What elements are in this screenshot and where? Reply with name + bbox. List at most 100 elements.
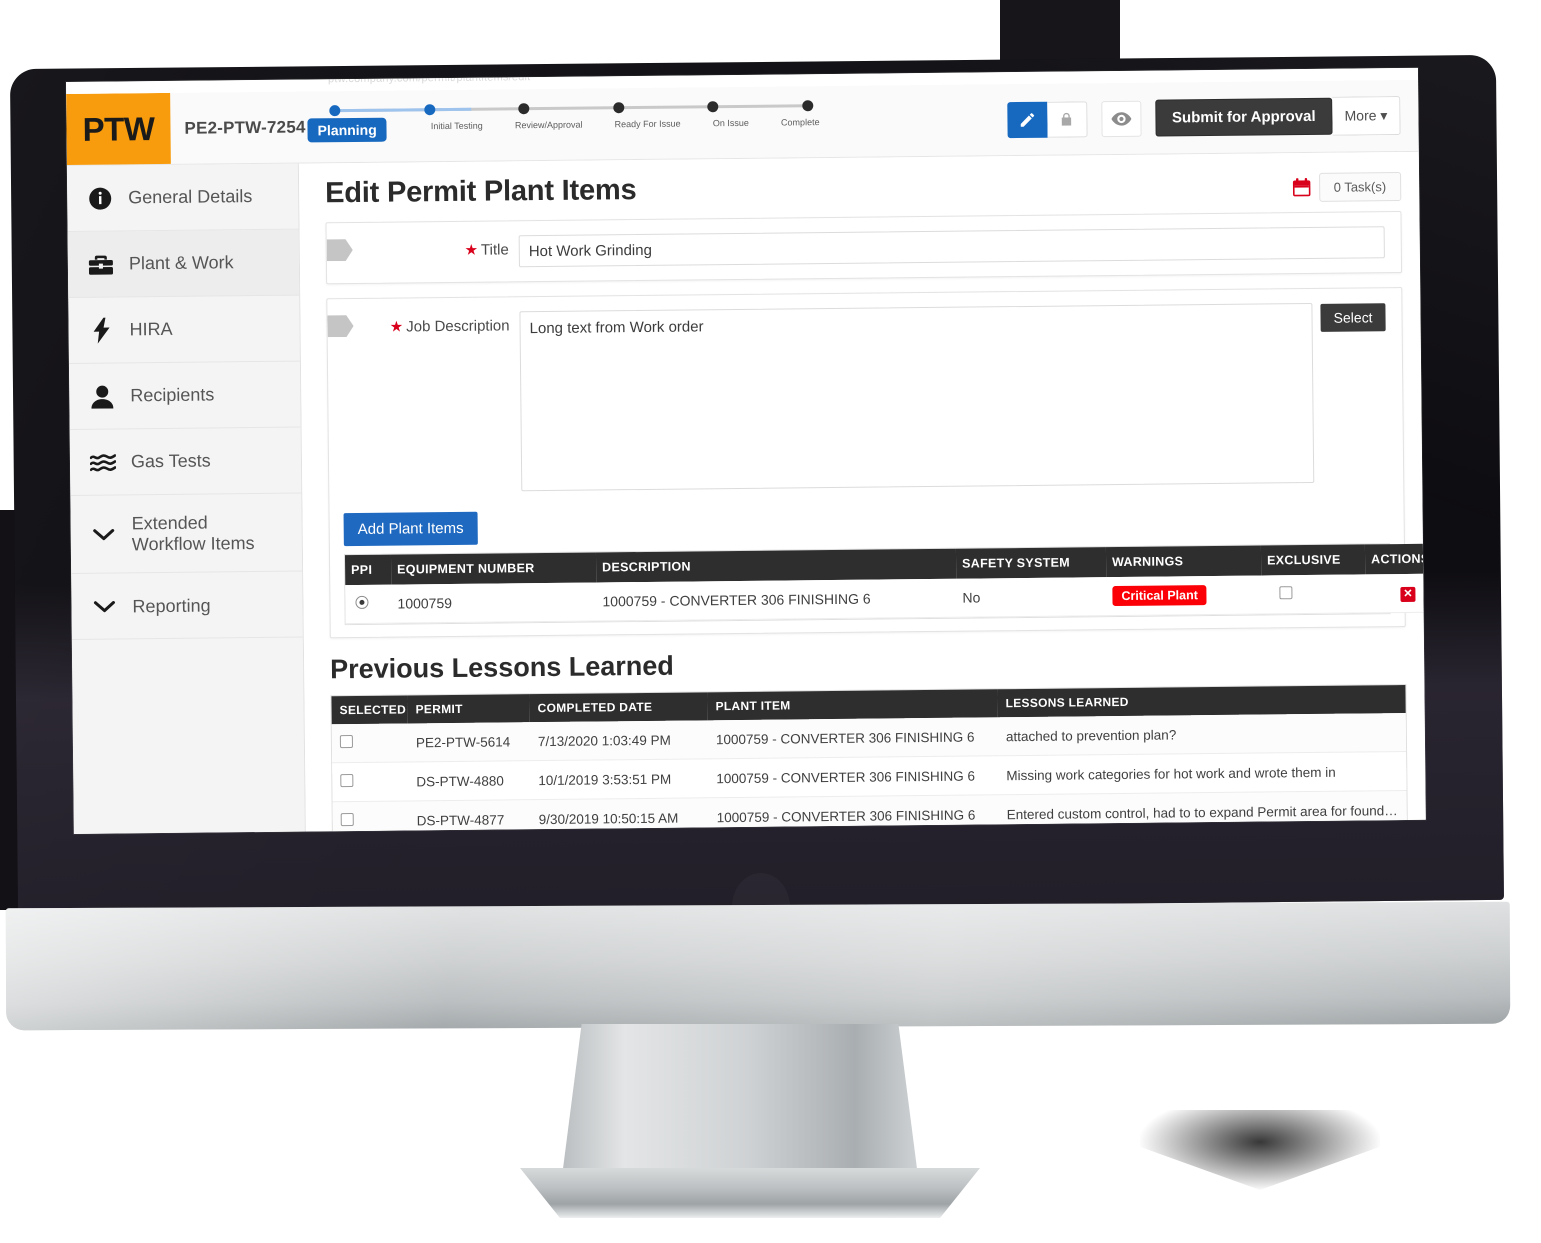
sidebar-label-hira: HIRA	[129, 319, 173, 340]
monitor-stand-foot	[520, 1168, 980, 1218]
monitor-chin-gloss	[5, 901, 1511, 1031]
sidebar-item-reporting[interactable]: Reporting	[71, 571, 303, 641]
cell-selected	[332, 800, 409, 832]
delete-row-icon[interactable]: ✕	[1400, 586, 1416, 603]
cell-actions: ✕	[1365, 573, 1426, 613]
sidebar-label-gas-tests: Gas Tests	[130, 450, 211, 472]
job-description-field-row: ★ Job Description Long text from Work ord…	[327, 288, 1403, 507]
sidebar-nav: General Details Plant & Work HIRA Recipi…	[66, 163, 306, 834]
cell-permit: PE2-PTW-5614	[407, 722, 531, 762]
row-select-checkbox[interactable]	[340, 774, 354, 788]
stepper-label-complete[interactable]: Complete	[781, 117, 820, 141]
stepper-label-ready-for-issue[interactable]: Ready For Issue	[615, 119, 681, 144]
app-body: General Details Plant & Work HIRA Recipi…	[66, 151, 1426, 834]
submit-for-approval-button[interactable]: Submit for Approval	[1154, 97, 1333, 137]
stepper-dot-initial-testing[interactable]	[423, 104, 436, 116]
permit-id-label: PE2-PTW-7254	[184, 116, 306, 138]
status-badge: Critical Plant	[1112, 585, 1207, 607]
title-panel: ★ Title Hot Work Grinding	[325, 211, 1403, 285]
info-circle-icon	[87, 186, 113, 210]
cell-permit: DS-PTW-4877	[408, 799, 531, 832]
cell-completed-date: 9/30/2019 10:50:15 AM	[530, 797, 709, 832]
cell-equipment-number: 1000759	[391, 582, 597, 624]
cell-lesson: Missing work categories for hot work and…	[998, 751, 1407, 795]
col-equipment-number: Equipment Number	[390, 552, 597, 585]
cell-safety-system: No	[956, 577, 1107, 618]
cell-completed-date: 10/1/2019 3:53:51 PM	[530, 758, 709, 800]
briefcase-icon	[88, 253, 114, 275]
monitor-chin	[5, 901, 1511, 1031]
title-label-text: Title	[480, 241, 509, 259]
chevron-down-icon	[91, 527, 117, 541]
col-permit: Permit	[407, 694, 530, 724]
sidebar-item-hira[interactable]: HIRA	[68, 295, 300, 364]
monitor-drop-shadow	[1140, 1110, 1380, 1190]
pencil-icon	[1018, 110, 1036, 128]
stepper-track	[329, 100, 814, 117]
job-description-label-text: Job Description	[406, 317, 510, 336]
eye-icon	[1110, 111, 1131, 126]
job-description-textarea[interactable]: Long text from Work order	[519, 302, 1315, 492]
sidebar-item-plant-and-work[interactable]: Plant & Work	[67, 229, 300, 298]
sidebar-item-recipients[interactable]: Recipients	[68, 361, 301, 430]
stepper-dot-ready-for-issue[interactable]	[613, 102, 625, 114]
job-description-field-label: ★ Job Description	[327, 311, 519, 336]
stepper-label-on-issue[interactable]: On Issue	[713, 118, 749, 142]
cell-completed-date: 7/13/2020 1:03:49 PM	[529, 720, 709, 761]
select-button[interactable]: Select	[1320, 303, 1386, 332]
sidebar-item-extended-workflow-items[interactable]: Extended Workflow Items	[70, 493, 303, 575]
preview-button[interactable]	[1100, 100, 1142, 137]
title-input[interactable]: Hot Work Grinding	[518, 226, 1385, 268]
edit-lock-group	[1006, 100, 1088, 138]
page-header: Edit Permit Plant Items 0 Task(s)	[299, 152, 1419, 213]
row-select-checkbox[interactable]	[339, 735, 353, 749]
row-select-checkbox[interactable]	[340, 813, 354, 827]
sidebar-label-general-details: General Details	[128, 186, 253, 208]
monitor-stand-neck	[560, 1024, 920, 1192]
calendar-icon[interactable]	[1292, 178, 1311, 197]
stepper-label-initial-testing[interactable]: Initial Testing	[431, 121, 483, 146]
sidebar-label-recipients: Recipients	[130, 384, 215, 406]
col-selected: Selected	[331, 695, 408, 725]
col-plant-item: Plant Item	[707, 689, 998, 721]
required-star-icon: ★	[389, 318, 404, 336]
edit-button[interactable]	[1006, 101, 1048, 138]
ppi-radio-button[interactable]	[355, 595, 369, 609]
topbar-actions: Submit for Approval More ▾	[1006, 80, 1419, 155]
sidebar-label-plant-and-work: Plant & Work	[128, 252, 234, 274]
sidebar-item-gas-tests[interactable]: Gas Tests	[69, 427, 302, 496]
stepper-dot-on-issue[interactable]	[707, 101, 719, 113]
workflow-stepper: Planning Initial Testing Review/Approval…	[307, 86, 822, 162]
main-content: Edit Permit Plant Items 0 Task(s) ★ Titl…	[298, 151, 1426, 832]
lock-button[interactable]	[1046, 100, 1088, 138]
stepper-label-review-approval[interactable]: Review/Approval	[515, 120, 583, 145]
task-count-badge[interactable]: 0 Task(s)	[1318, 172, 1402, 202]
stepper-dot-planning[interactable]	[329, 105, 341, 117]
ptw-logo[interactable]: PTW	[66, 92, 171, 165]
stepper-dot-review-approval[interactable]	[518, 103, 530, 115]
sidebar-label-extended-workflow-items: Extended Workflow Items	[131, 512, 255, 555]
lessons-learned-table: Selected Permit Completed Date Plant Ite…	[330, 683, 1409, 832]
title-field-label: ★ Title	[327, 235, 519, 260]
cell-ppi	[345, 584, 392, 624]
cell-lesson: attached to prevention plan?	[997, 713, 1407, 756]
col-exclusive: Exclusive	[1260, 544, 1366, 576]
cell-selected	[331, 723, 409, 763]
exclusive-checkbox[interactable]	[1279, 586, 1293, 600]
sidebar-label-reporting: Reporting	[132, 595, 211, 616]
stepper-label-planning[interactable]: Planning	[307, 117, 387, 143]
page-title: Edit Permit Plant Items	[325, 174, 637, 210]
col-actions: Actions	[1364, 543, 1426, 575]
lock-icon	[1058, 110, 1074, 128]
screen-content: ptw.company.com/permit/plantitems/edit P…	[66, 67, 1426, 834]
plant-items-table-element: PPI Equipment Number Description Safety …	[344, 543, 1426, 624]
title-field-row: ★ Title Hot Work Grinding	[326, 212, 1401, 283]
sidebar-item-general-details[interactable]: General Details	[66, 163, 299, 232]
add-plant-items-button[interactable]: Add Plant Items	[343, 511, 478, 547]
cell-plant-item: 1000759 - CONVERTER 306 FINISHING 6	[707, 717, 999, 759]
lessons-learned-table-element: Selected Permit Completed Date Plant Ite…	[331, 685, 1408, 832]
plant-items-table: PPI Equipment Number Description Safety …	[343, 543, 1426, 626]
col-completed-date: Completed Date	[529, 692, 708, 723]
stepper-dot-complete[interactable]	[802, 100, 814, 112]
more-menu-button[interactable]: More ▾	[1332, 96, 1401, 136]
